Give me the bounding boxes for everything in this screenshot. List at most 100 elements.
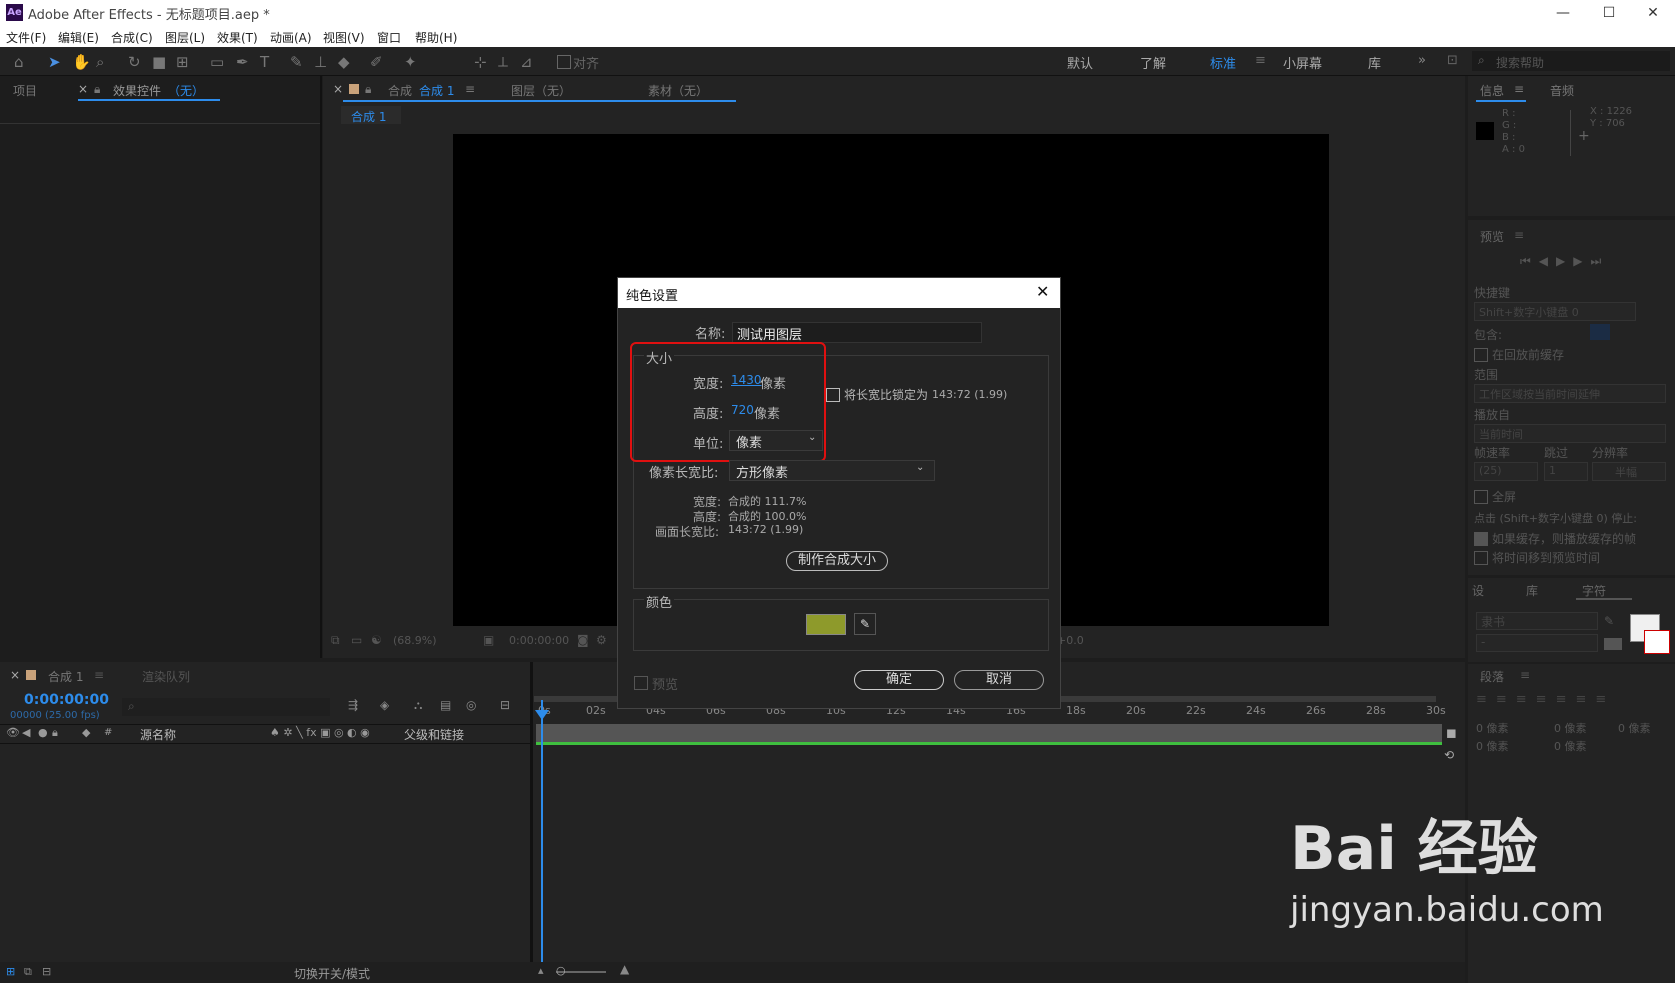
tab-footage[interactable]: 素材（无） [648, 82, 708, 99]
zoom-level[interactable]: (68.9%) [393, 634, 437, 647]
layer-search-input[interactable]: ⌕ [122, 698, 330, 716]
zoom-tool-icon[interactable]: ⌕ [96, 53, 104, 71]
workspace-small-screen[interactable]: 小屏幕 [1283, 53, 1322, 72]
tab-render-queue[interactable]: 渲染队列 [142, 668, 190, 685]
play-cached-checkbox[interactable] [1474, 532, 1488, 546]
brush-tool-icon[interactable]: ✎ [290, 53, 303, 71]
switches-icons[interactable]: ♠ ✲ ╲ fx ▣ ◎ ◐ ◉ [270, 726, 370, 739]
preview-title[interactable]: 预览 [1480, 228, 1504, 245]
hand-tool-icon[interactable]: ✋ [72, 53, 91, 71]
camera-tool-icon[interactable]: ■ [152, 53, 166, 71]
maximize-button[interactable]: ☐ [1586, 2, 1632, 24]
font-style-select[interactable]: - [1476, 634, 1598, 652]
pixel-aspect-select[interactable]: 方形像素 ⌄ [729, 460, 935, 481]
monitor-icon[interactable]: ▭ [351, 633, 362, 647]
paragraph-title[interactable]: 段落 [1480, 668, 1504, 685]
frame-blending-icon[interactable]: ▤ [440, 698, 451, 712]
search-help-box[interactable]: ⌕ 搜索帮助 [1472, 51, 1670, 71]
close-window-button[interactable]: ✕ [1630, 2, 1675, 24]
eyedropper-icon[interactable]: ✎ [854, 613, 876, 635]
cache-checkbox[interactable] [1474, 348, 1488, 362]
pen-tool-icon[interactable]: ✒ [236, 53, 249, 71]
workspace-default[interactable]: 默认 [1067, 53, 1093, 72]
audio-icon[interactable]: ◀︎ [22, 726, 30, 739]
more-workspaces-icon[interactable]: » [1418, 53, 1426, 68]
tab-effect-controls[interactable]: 效果控件 [113, 82, 161, 99]
workspace-learn[interactable]: 了解 [1140, 53, 1166, 72]
clone-stamp-tool-icon[interactable]: ⊥ [314, 53, 327, 71]
preview-checkbox[interactable] [634, 676, 648, 690]
axis-world-icon[interactable]: ⟂ [498, 53, 508, 71]
workspace-libraries[interactable]: 库 [1368, 53, 1381, 72]
puppet-tool-icon[interactable]: ✦ [404, 53, 417, 71]
tab-menu-icon[interactable]: ≡ [94, 668, 104, 682]
label-icon[interactable]: ◆ [82, 726, 90, 739]
roto-brush-tool-icon[interactable]: ✐ [370, 53, 383, 71]
play-from-select[interactable]: 当前时间 [1474, 424, 1666, 443]
shortcut-select[interactable]: Shift+数字小键盘 0 [1474, 302, 1636, 321]
visibility-icon[interactable]: 👁︎ [6, 726, 20, 739]
exposure-value[interactable]: +0.0 [1057, 634, 1084, 647]
axis-local-icon[interactable]: ⊹ [474, 53, 487, 71]
lock-icon[interactable]: 🔒︎ [365, 82, 371, 97]
lock-icon[interactable]: 🔒︎ [94, 82, 100, 97]
eraser-tool-icon[interactable]: ◆ [338, 53, 350, 71]
work-area-track[interactable] [536, 724, 1442, 744]
stroke-color-swatch[interactable] [1644, 630, 1670, 654]
zoom-slider-handle-icon[interactable]: ○ [556, 964, 566, 977]
space-after[interactable]: 0 像素 [1554, 738, 1587, 754]
menu-window[interactable]: 窗口 [377, 29, 401, 46]
close-icon[interactable]: × [10, 668, 20, 682]
menu-file[interactable]: 文件(F) [6, 29, 46, 46]
workspace-menu-icon[interactable]: ≡ [1255, 53, 1266, 68]
draft-3d-icon[interactable]: ◈ [380, 698, 389, 712]
hide-shy-icon[interactable]: ⛬ [414, 698, 422, 713]
sync-icon[interactable]: ⊡ [1447, 53, 1458, 68]
comp-breadcrumb[interactable]: 合成 1 [341, 106, 401, 124]
render-time-icon[interactable]: ⊟ [42, 965, 51, 978]
cancel-button[interactable]: 取消 [954, 670, 1044, 690]
menu-effect[interactable]: 效果(T) [217, 29, 258, 46]
selection-tool-icon[interactable]: ➤ [48, 53, 61, 71]
tab-project[interactable]: 项目 [13, 82, 37, 99]
solo-icon[interactable]: ● [38, 726, 48, 739]
rotate-tool-icon[interactable]: ↻ [128, 53, 141, 71]
tab-library[interactable]: 库 [1526, 582, 1538, 599]
menu-layer[interactable]: 图层(L) [165, 29, 205, 46]
column-parent-link[interactable]: 父级和链接 [404, 726, 464, 743]
comp-flowchart-icon[interactable]: ⇶ [348, 698, 358, 712]
fps-select[interactable]: (25) [1474, 462, 1538, 481]
playhead[interactable] [541, 700, 543, 983]
tab-menu-icon[interactable]: ≡ [1520, 668, 1530, 682]
zoom-out-icon[interactable]: ▴ [538, 964, 544, 977]
playback-controls-icon[interactable]: ⏮◀▶▶⏭ [1520, 254, 1609, 269]
range-select[interactable]: 工作区域按当前时间延伸 [1474, 384, 1666, 403]
toggle-icon[interactable]: ⧉ [24, 965, 32, 979]
home-icon[interactable]: ⌂ [14, 53, 24, 71]
tab-timeline-comp[interactable]: 合成 1 [48, 668, 83, 685]
minimize-button[interactable]: — [1540, 2, 1586, 24]
skip-select[interactable]: 1 [1544, 462, 1588, 481]
name-input[interactable]: 测试用图层 [732, 322, 982, 343]
zoom-in-icon[interactable]: ▲ [620, 962, 629, 976]
indent-right[interactable]: 0 像素 [1618, 720, 1651, 736]
close-icon[interactable]: × [333, 82, 343, 96]
swatch-icon[interactable] [1604, 638, 1622, 650]
timeline-timecode[interactable]: 0:00:00:00 [24, 692, 109, 708]
dialog-close-icon[interactable]: ✕ [1036, 282, 1049, 301]
always-preview-icon[interactable]: ⧉ [331, 633, 340, 648]
comp-marker-icon[interactable]: ◼ [1446, 726, 1457, 741]
move-time-checkbox[interactable] [1474, 551, 1488, 565]
include-audio-icon[interactable] [1590, 324, 1610, 340]
resolution-select[interactable]: 半幅 [1592, 462, 1666, 481]
menu-animation[interactable]: 动画(A) [270, 29, 312, 46]
pan-behind-tool-icon[interactable]: ⊞ [176, 53, 189, 71]
fullscreen-checkbox[interactable] [1474, 490, 1488, 504]
make-comp-size-button[interactable]: 制作合成大小 [786, 551, 888, 571]
tab-menu-icon[interactable]: ≡ [1514, 228, 1524, 242]
align-checkbox[interactable] [557, 55, 571, 69]
font-family-select[interactable]: 隶书 [1476, 612, 1598, 630]
space-before[interactable]: 0 像素 [1476, 738, 1509, 754]
mask-icon[interactable]: ☯ [371, 633, 382, 647]
align-buttons-icon[interactable]: ≡≡≡≡≡≡≡ [1476, 692, 1615, 707]
